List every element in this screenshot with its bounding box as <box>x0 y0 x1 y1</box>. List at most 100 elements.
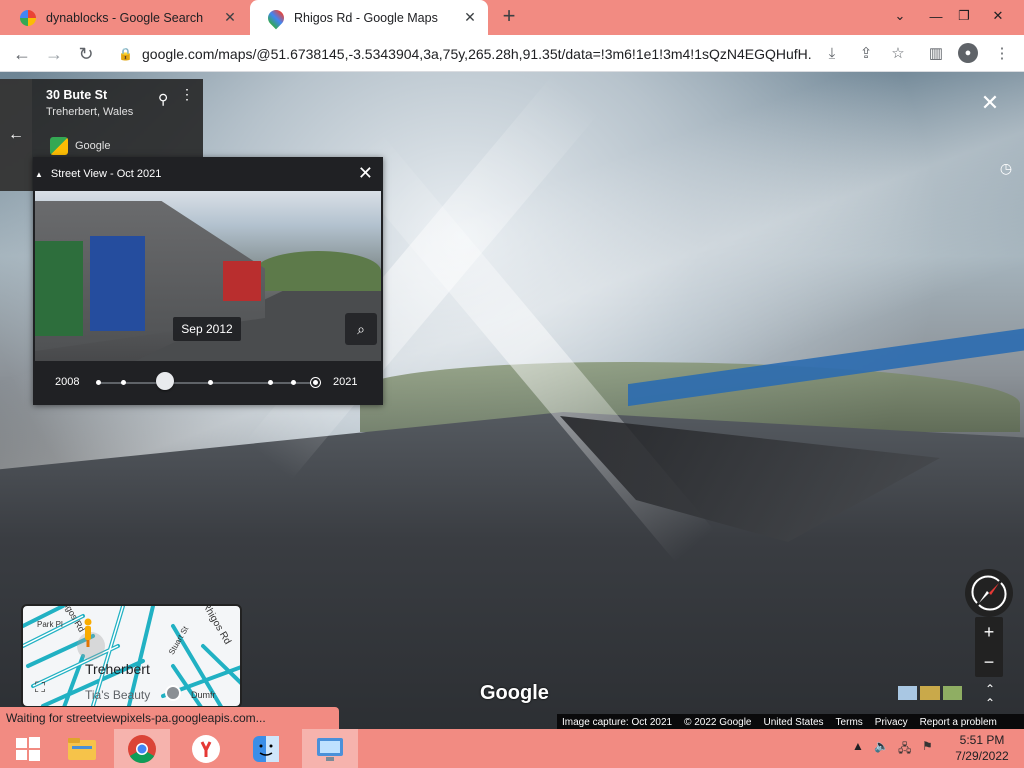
tab-google-maps[interactable]: Rhigos Rd - Google Maps ✕ <box>250 0 488 35</box>
road-label: Dumfr <box>191 690 216 700</box>
side-panel-icon[interactable]: ▥ <box>926 43 946 63</box>
address-bar[interactable]: 🔒 google.com/maps/@51.6738145,-3.5343904… <box>108 39 916 68</box>
privacy-link[interactable]: Privacy <box>875 717 908 728</box>
timeline-tick[interactable] <box>268 380 273 385</box>
show-hidden-icons-icon[interactable]: ▲ <box>852 739 864 753</box>
place-label[interactable]: Tia's Beauty <box>85 688 150 702</box>
back-arrow-icon[interactable]: ← <box>0 79 32 191</box>
tab-title: dynablocks - Google Search <box>46 10 204 25</box>
url-text: google.com/maps/@51.6738145,-3.5343904,3… <box>142 45 812 62</box>
minimap[interactable]: Rhigos Rd Rhigos Rd Stuart St Park Pl Du… <box>21 604 242 708</box>
report-problem-link[interactable]: Report a problem <box>920 717 997 728</box>
street-name: 30 Bute St <box>46 88 108 102</box>
history-clock-icon[interactable]: ◷ <box>997 160 1015 176</box>
google-icon <box>20 9 36 26</box>
zoom-out-button[interactable]: − <box>975 647 1003 677</box>
restore-button[interactable]: ❐ <box>946 0 982 32</box>
town-label: Treherbert <box>85 661 150 677</box>
chevron-up-icon[interactable]: ⌃ ⌃ <box>980 682 1000 710</box>
install-icon[interactable]: ⤓ <box>822 43 842 63</box>
clock-time: 5:51 PM <box>959 733 1005 747</box>
location-pin-icon[interactable]: ⚲ <box>158 91 168 108</box>
tab-title: Rhigos Rd - Google Maps <box>294 10 438 25</box>
back-button[interactable]: ← <box>8 40 36 68</box>
compass-button[interactable] <box>965 569 1013 617</box>
folder-icon <box>68 737 96 760</box>
close-street-view-icon[interactable]: ✕ <box>978 92 1002 116</box>
reload-button[interactable]: ↻ <box>72 40 100 68</box>
thumbnail[interactable] <box>920 686 940 700</box>
close-window-button[interactable]: ✕ <box>980 0 1016 32</box>
compass-icon <box>971 575 1007 611</box>
preview-red-shop <box>223 261 261 301</box>
zoom-controls: + − <box>975 617 1003 677</box>
time-machine-header: ◷ ▲ Street View - Oct 2021 ✕ <box>33 157 1012 191</box>
lock-icon[interactable]: 🔒 <box>118 47 133 61</box>
close-time-machine-icon[interactable]: ✕ <box>358 163 373 184</box>
region-link[interactable]: United States <box>764 717 824 728</box>
expand-map-icon[interactable]: ⛶ <box>29 676 51 698</box>
caret-up-icon[interactable]: ▲ <box>35 170 43 179</box>
timeline-thumb[interactable] <box>156 372 175 390</box>
windows-taskbar: ▲ 🔈 🖧 ⚑ 5:51 PM 7/29/2022 <box>0 729 1024 768</box>
preview-green-shop <box>35 241 83 336</box>
file-explorer-button[interactable] <box>54 729 110 768</box>
browser-status-bar: Waiting for streetviewpixels-pa.googleap… <box>0 707 339 729</box>
more-options-icon[interactable]: ⋮ <box>180 87 194 101</box>
close-tab-icon[interactable]: ✕ <box>460 8 480 28</box>
copyright-text: © 2022 Google <box>684 716 752 728</box>
time-machine-panel: ◷ ▲ Street View - Oct 2021 ✕ ⌕ Sep 2012 … <box>33 157 1012 405</box>
close-tab-icon[interactable]: ✕ <box>220 8 240 28</box>
system-clock[interactable]: 5:51 PM 7/29/2022 <box>952 732 1012 764</box>
action-center-icon[interactable]: ⚑ <box>922 739 933 753</box>
imagery-thumbnails[interactable] <box>898 686 962 700</box>
preview-hill <box>255 251 381 291</box>
terms-link[interactable]: Terms <box>836 717 863 728</box>
menu-kebab-icon[interactable]: ⋮ <box>992 43 1012 63</box>
map-footer: Image capture: Oct 2021 © 2022 Google Un… <box>557 714 1024 730</box>
preview-blue-shop <box>90 236 145 331</box>
time-machine-title: Street View - Oct 2021 <box>50 168 162 180</box>
timeline-tick-current[interactable] <box>311 378 320 387</box>
zoom-in-icon[interactable]: ⌕ <box>345 313 377 345</box>
finder-icon <box>253 735 279 762</box>
selected-date-tooltip: Sep 2012 <box>173 317 241 341</box>
pegman-icon[interactable] <box>83 618 93 648</box>
chrome-icon <box>128 734 156 763</box>
street-view-canvas[interactable]: ✕ ← 30 Bute St Treherbert, Wales ⚲ ⋮ Goo… <box>0 72 1024 730</box>
timeline-tick[interactable] <box>121 380 126 385</box>
city-name: Treherbert, Wales <box>46 106 134 118</box>
start-year-label: 2008 <box>55 376 80 388</box>
end-year-label: 2021 <box>333 376 358 388</box>
profile-avatar[interactable]: ● <box>958 43 978 63</box>
thumbnail[interactable] <box>942 686 962 700</box>
chrome-taskbar-button[interactable] <box>114 729 170 768</box>
forward-button[interactable]: → <box>40 40 68 68</box>
bookmark-star-icon[interactable]: ☆ <box>888 43 908 63</box>
yandex-icon <box>192 734 220 763</box>
clock-date: 7/29/2022 <box>955 749 1009 763</box>
network-icon[interactable]: 🖧 <box>898 739 911 760</box>
timeline-tick[interactable] <box>291 380 296 385</box>
tab-google-search[interactable]: dynablocks - Google Search ✕ <box>2 0 248 35</box>
control-panel-icon <box>317 737 343 761</box>
thumbnail[interactable] <box>898 686 918 700</box>
share-icon[interactable]: ⇪ <box>856 43 876 63</box>
start-button[interactable] <box>0 729 56 768</box>
new-tab-button[interactable]: + <box>498 5 520 28</box>
timeline-slider[interactable] <box>97 382 317 384</box>
volume-muted-icon[interactable]: 🔈 <box>874 739 889 753</box>
tab-search-chevron-icon[interactable]: ⌄ <box>882 0 918 32</box>
place-marker-icon[interactable] <box>165 685 181 701</box>
yandex-browser-button[interactable] <box>178 729 234 768</box>
zoom-in-button[interactable]: + <box>975 617 1003 647</box>
finder-app-button[interactable] <box>238 729 294 768</box>
google-maps-logo-icon <box>50 137 68 155</box>
google-watermark: Google <box>480 682 549 704</box>
control-panel-button[interactable] <box>302 729 358 768</box>
timeline-tick[interactable] <box>208 380 213 385</box>
tab-strip: dynablocks - Google Search ✕ Rhigos Rd -… <box>0 0 1024 35</box>
browser-toolbar: ← → ↻ 🔒 google.com/maps/@51.6738145,-3.5… <box>0 35 1024 72</box>
provider-label: Google <box>75 140 111 152</box>
timeline-tick[interactable] <box>96 380 101 385</box>
